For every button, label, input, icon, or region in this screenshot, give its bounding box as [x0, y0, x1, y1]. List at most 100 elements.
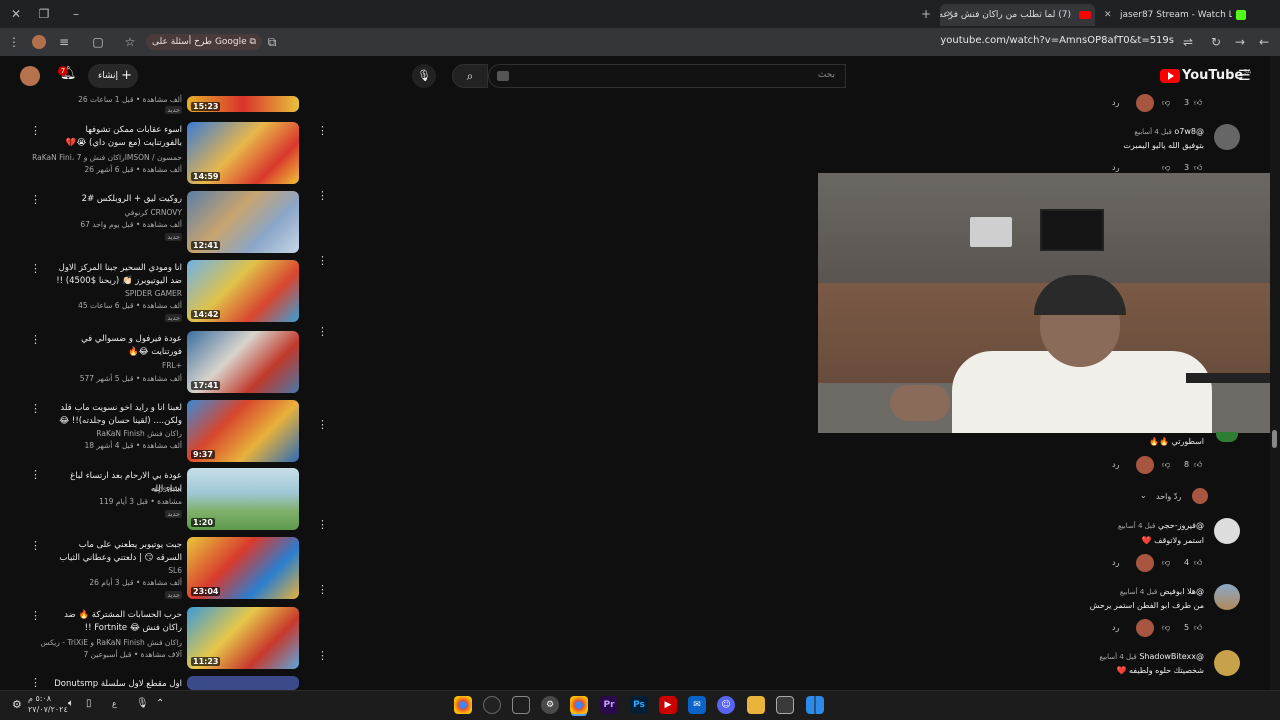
- capcut-icon[interactable]: [512, 696, 530, 714]
- photoshop-icon[interactable]: Ps: [630, 696, 648, 714]
- more-actions-icon[interactable]: ⋮: [317, 254, 328, 268]
- new-tab-icon[interactable]: +: [918, 6, 934, 22]
- more-actions-icon[interactable]: ⋮: [30, 539, 41, 553]
- create-button[interactable]: إنشاء +: [88, 64, 138, 88]
- search-input[interactable]: بحث: [488, 64, 846, 88]
- dislike-icon[interactable]: 👎︎: [1162, 98, 1170, 108]
- search-button[interactable]: ⌕: [452, 64, 488, 88]
- like-icon[interactable]: 👍︎: [1194, 623, 1202, 633]
- chrome-icon[interactable]: [454, 696, 472, 714]
- obs-icon[interactable]: [483, 696, 501, 714]
- chevron-up-icon[interactable]: ⌃: [156, 698, 164, 709]
- reload-icon[interactable]: ↻: [1208, 34, 1224, 50]
- video-thumbnail[interactable]: 12:41: [187, 191, 299, 253]
- youtube-app-icon[interactable]: ▶: [659, 696, 677, 714]
- more-actions-icon[interactable]: ⋮: [317, 583, 328, 597]
- wifi-icon[interactable]: ⚙︎: [12, 698, 22, 711]
- list-item[interactable]: ⋮ ⋮ 12:41 روكيت ليق + الروبلكس #2 كرنوفي…: [0, 189, 340, 257]
- reply-button[interactable]: رد: [1112, 558, 1119, 567]
- list-item[interactable]: ⋮ ⋮ 9:37 لعبنا انا و رايد اخو نسويت ماب …: [0, 400, 340, 466]
- mic-tray-icon[interactable]: 🎙︎: [136, 698, 149, 709]
- scrollbar[interactable]: [1270, 56, 1280, 690]
- mic-icon[interactable]: 🎙︎: [412, 64, 436, 88]
- more-actions-icon[interactable]: ⋮: [30, 468, 41, 482]
- url-text[interactable]: youtube.com/watch?v=AmnsOP8afT0&t=519s: [940, 35, 1174, 46]
- more-actions-icon[interactable]: ⋮: [30, 262, 41, 276]
- discord-icon[interactable]: ☺: [717, 696, 735, 714]
- account-avatar[interactable]: [20, 66, 40, 86]
- avatar[interactable]: [1216, 432, 1238, 442]
- sidepanel-icon[interactable]: ▢: [90, 34, 106, 50]
- list-item[interactable]: ⋮ ⋮ 14:42 انا ومودي السحير جبنا المركز ا…: [0, 254, 340, 326]
- store-icon[interactable]: [776, 696, 794, 714]
- more-actions-icon[interactable]: ⋮: [30, 676, 41, 690]
- reply-button[interactable]: رد: [1112, 460, 1119, 469]
- like-icon[interactable]: 👍︎: [1194, 460, 1202, 470]
- more-actions-icon[interactable]: ⋮: [317, 518, 328, 532]
- close-tab-icon[interactable]: ✕: [1104, 4, 1112, 26]
- video-thumbnail[interactable]: 14:59: [187, 122, 299, 184]
- more-actions-icon[interactable]: ⋮: [30, 609, 41, 623]
- close-window-icon[interactable]: ✕: [8, 6, 24, 22]
- more-actions-icon[interactable]: ⋮: [30, 402, 41, 416]
- extension-icon[interactable]: ≡: [56, 34, 72, 50]
- windows-icon[interactable]: [806, 696, 824, 714]
- comment-author[interactable]: @هلا ابوفيض: [1160, 587, 1204, 596]
- more-actions-icon[interactable]: ⋮: [30, 124, 41, 138]
- list-item[interactable]: 15:23 26 ألف مشاهدة • قبل 1 ساعات جديد: [0, 95, 340, 118]
- avatar[interactable]: [1214, 650, 1240, 676]
- language-indicator[interactable]: ع: [112, 699, 117, 708]
- explorer-icon[interactable]: [747, 696, 765, 714]
- chevron-down-icon[interactable]: ⌄: [1140, 491, 1147, 500]
- like-icon[interactable]: 👍︎: [1194, 163, 1202, 173]
- list-item[interactable]: ⋮ اول مقطع لاول سلسلة Donutsmp #1: [0, 676, 340, 690]
- forward-icon[interactable]: →: [1232, 34, 1248, 50]
- battery-icon[interactable]: ▯: [86, 698, 92, 709]
- hamburger-menu-icon[interactable]: ☰: [1238, 68, 1251, 84]
- video-thumbnail[interactable]: [187, 676, 299, 690]
- reply-button[interactable]: رد: [1112, 163, 1119, 172]
- video-thumbnail[interactable]: 9:37: [187, 400, 299, 462]
- avatar[interactable]: [1214, 518, 1240, 544]
- video-thumbnail[interactable]: 1:20: [187, 468, 299, 530]
- volume-icon[interactable]: 🔈︎: [68, 698, 74, 709]
- list-item[interactable]: ⋮ ⋮ 11:23 حرب الحسابات المشتركة 🔥 ضد راك…: [0, 607, 340, 673]
- outlook-icon[interactable]: ✉: [688, 696, 706, 714]
- dislike-icon[interactable]: 👎︎: [1162, 163, 1170, 173]
- dislike-icon[interactable]: 👎︎: [1162, 558, 1170, 568]
- more-actions-icon[interactable]: ⋮: [317, 418, 328, 432]
- avatar[interactable]: [1214, 124, 1240, 150]
- more-actions-icon[interactable]: ⋮: [317, 325, 328, 339]
- bookmark-star-icon[interactable]: ☆: [122, 34, 138, 50]
- more-actions-icon[interactable]: ⋮: [317, 189, 328, 203]
- more-actions-icon[interactable]: ⋮: [30, 193, 41, 207]
- settings-icon[interactable]: ⚙: [541, 696, 559, 714]
- list-item[interactable]: ⋮ ⋮ 14:59 اسوء عقابات ممكن تشوفها بالفور…: [0, 122, 340, 188]
- dislike-icon[interactable]: 👎︎: [1162, 623, 1170, 633]
- avatar[interactable]: [1214, 584, 1240, 610]
- scrollbar-thumb[interactable]: [1272, 430, 1277, 448]
- chrome-icon[interactable]: [570, 696, 588, 714]
- more-menu-icon[interactable]: ⋮: [6, 34, 22, 50]
- more-actions-icon[interactable]: ⋮: [30, 333, 41, 347]
- back-icon[interactable]: ←: [1256, 34, 1272, 50]
- comment-author[interactable]: @فيروز-حجي: [1158, 521, 1204, 530]
- tab-kick[interactable]: ✕ jaser87 Stream - Watch Live on Kick: [1100, 4, 1252, 26]
- list-item[interactable]: ⋮ ⋮ 17:41 عودة فيرفول و ضسوالي في فورتنا…: [0, 325, 340, 397]
- share-icon[interactable]: ⧉: [264, 34, 280, 50]
- list-item[interactable]: ⋮ ⋮ 1:20 عودة بي الارحام بعد ارتساء لباغ…: [0, 468, 340, 534]
- dislike-icon[interactable]: 👎︎: [1162, 460, 1170, 470]
- minimize-window-icon[interactable]: –: [68, 6, 84, 22]
- reply-button[interactable]: رد: [1112, 98, 1119, 107]
- premiere-icon[interactable]: Pr: [600, 696, 618, 714]
- comment-author[interactable]: @ShadowBitexx: [1139, 652, 1204, 661]
- video-thumbnail[interactable]: 23:04: [187, 537, 299, 599]
- restore-window-icon[interactable]: ❐: [36, 6, 52, 22]
- more-actions-icon[interactable]: ⋮: [317, 649, 328, 663]
- reply-button[interactable]: رد: [1112, 623, 1119, 632]
- profile-avatar[interactable]: [32, 35, 46, 49]
- keyboard-icon[interactable]: [497, 71, 509, 81]
- video-thumbnail[interactable]: 17:41: [187, 331, 299, 393]
- comment-author[interactable]: @o7w8: [1174, 127, 1204, 136]
- google-lens-pill[interactable]: طرح أسئلة على Google ⧉: [146, 34, 262, 50]
